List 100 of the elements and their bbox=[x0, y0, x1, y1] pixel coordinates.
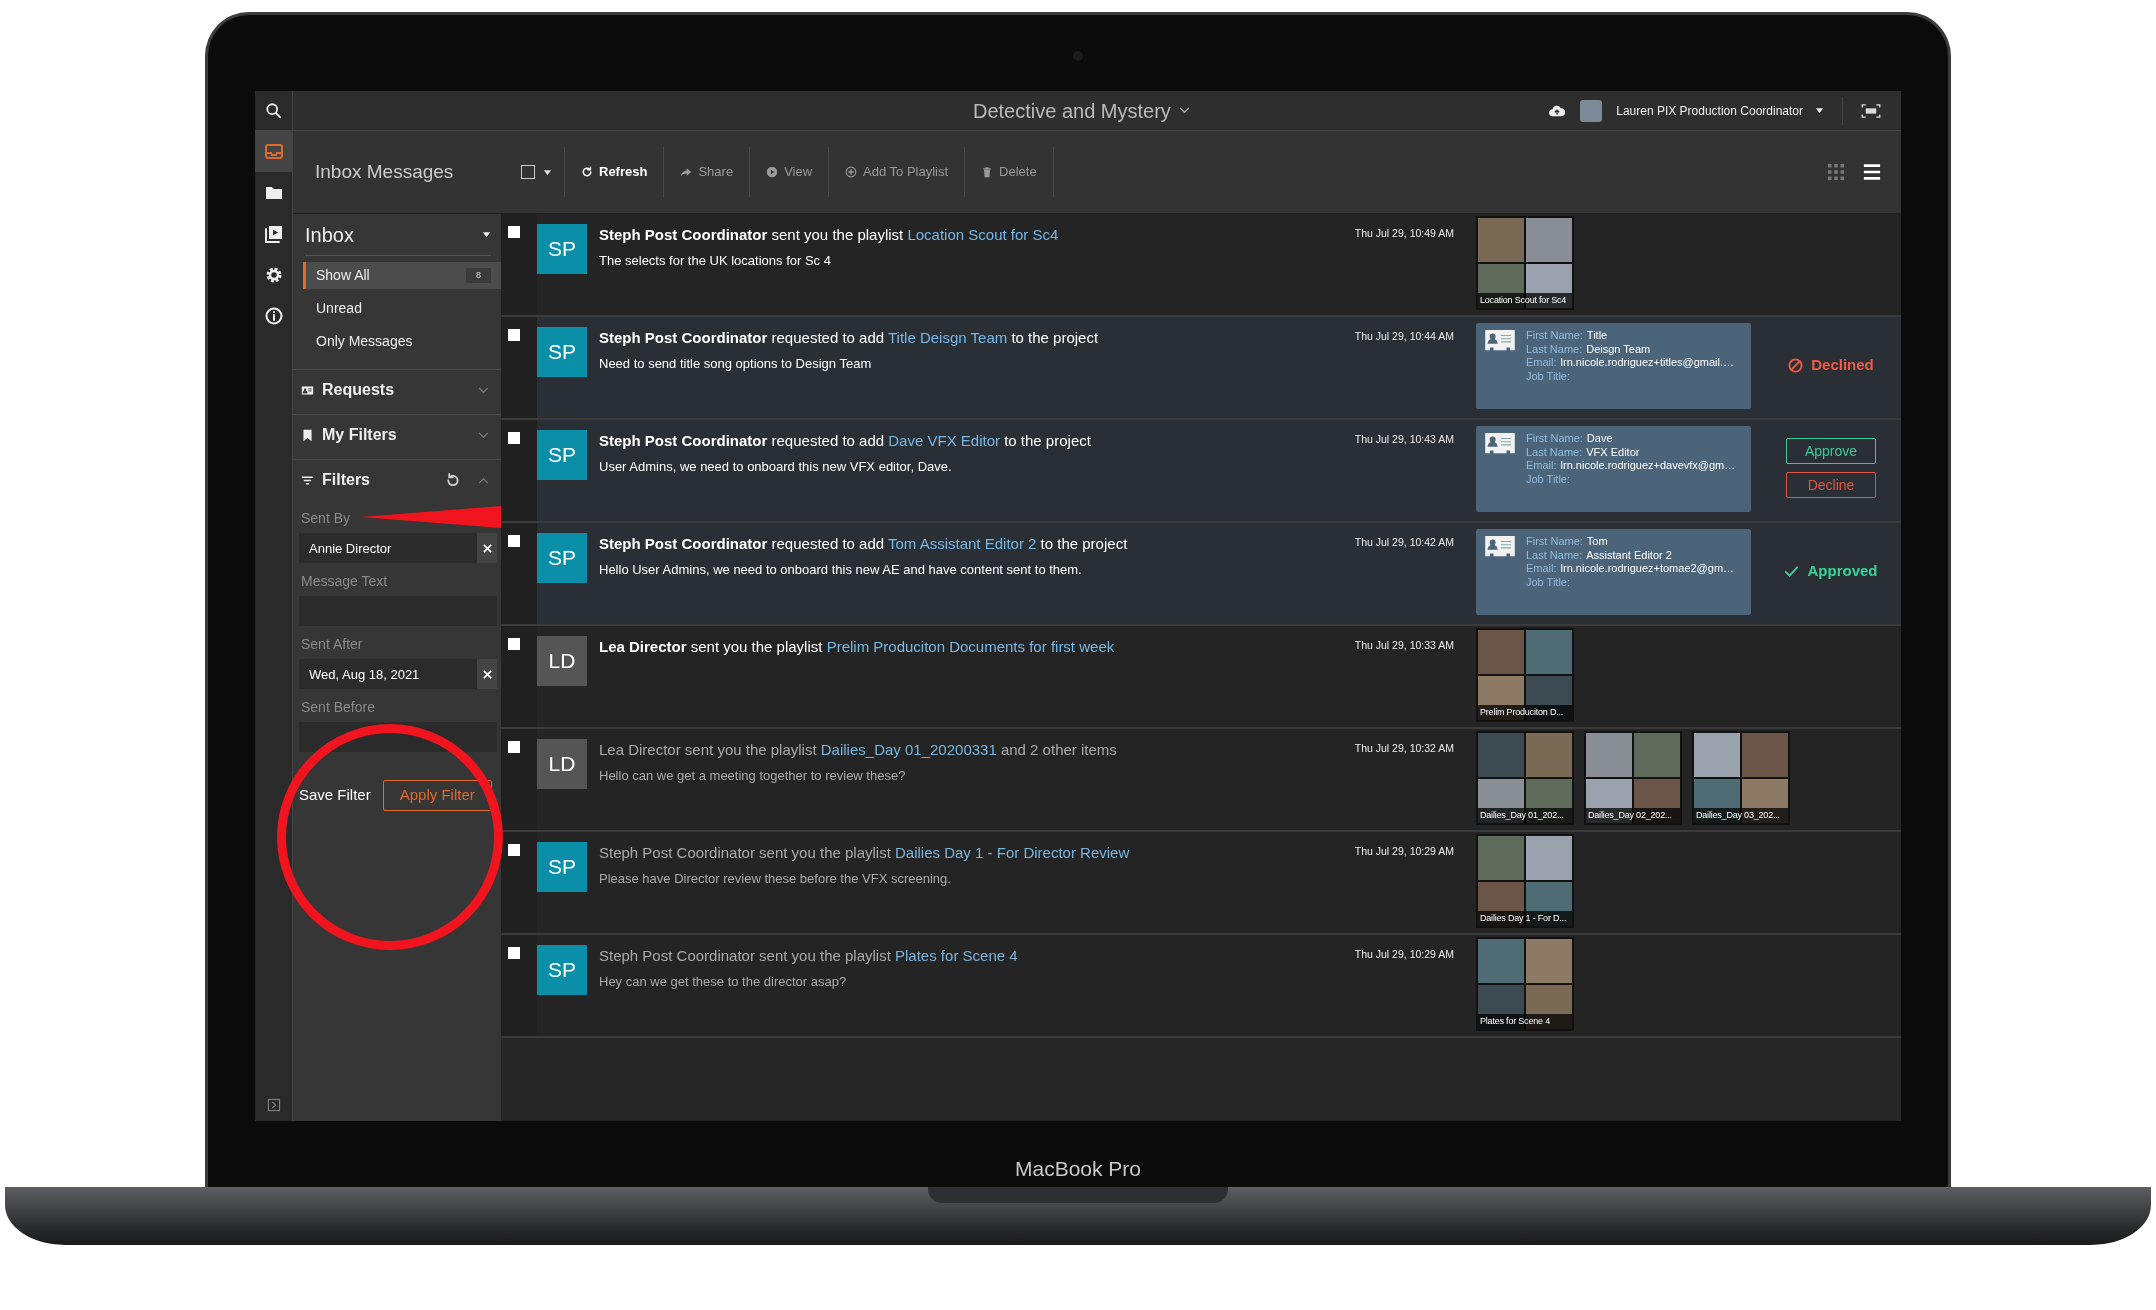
photo-placeholder bbox=[1526, 630, 1572, 674]
playlist-link[interactable]: Dave VFX Editor bbox=[888, 432, 1000, 449]
clear-icon[interactable] bbox=[481, 668, 493, 680]
row-checkbox[interactable] bbox=[508, 226, 520, 238]
message-time: Thu Jul 29, 10:43 AM bbox=[1353, 432, 1454, 447]
message-row[interactable] bbox=[501, 523, 1901, 626]
playlist-link[interactable]: Title Deisgn Team bbox=[888, 329, 1008, 346]
select-all-checkbox[interactable] bbox=[521, 165, 535, 179]
card-field: Email: lrn.nicole.rodriguez+davevfx@gm… bbox=[1526, 459, 1736, 473]
thumbnail-caption: Plates for Scene 4 bbox=[1478, 1014, 1572, 1029]
playlist-thumbnail[interactable]: Dailies_Day 03_202... bbox=[1692, 731, 1790, 825]
row-checkbox[interactable] bbox=[508, 432, 520, 444]
decline-button[interactable]: Decline bbox=[1786, 472, 1876, 498]
message-row[interactable] bbox=[501, 420, 1901, 523]
add-icon bbox=[845, 166, 858, 178]
view-filter-item[interactable]: Only Messages bbox=[303, 328, 501, 355]
message-title: Lea Director sent you the playlist Dailies_Day 01_20200331 and 2 other items bbox=[599, 740, 1118, 760]
row-checkbox[interactable] bbox=[508, 741, 520, 753]
message-title: Steph Post Coordinator sent you the playlist Location Scout for Sc4 bbox=[599, 225, 1060, 245]
menu-icon[interactable] bbox=[1863, 163, 1881, 181]
thumbnail-caption: Dailies_Day 02_202... bbox=[1586, 808, 1680, 823]
playlist-link[interactable]: Tom Assistant Editor 2 bbox=[888, 535, 1037, 552]
filter-label: Sent By bbox=[301, 509, 351, 528]
playlist-link[interactable]: Prelim Produciton Documents for first week bbox=[826, 638, 1115, 655]
message-row[interactable]: SP Steph Post Coordinator sent you the playlist Plates for Scene 4 Hey can we get these to the director asap? Thu Jul 29, 10:29 AM Plates for Scene 4 bbox=[501, 935, 1901, 1038]
count-badge: 8 bbox=[466, 267, 491, 284]
bookmark-icon bbox=[301, 428, 314, 442]
message-row[interactable]: SP Steph Post Coordinator sent you the playlist Location Scout for Sc4 The selects for the UK locations for Sc 4 Thu Jul 29, 10:49 AM Location Scout for Sc4 bbox=[501, 214, 1901, 317]
card-field: Job Title: bbox=[1526, 472, 1736, 486]
filter-field[interactable]: Wed, Aug 18, 2021 bbox=[299, 659, 477, 689]
card-field: First Name: Dave bbox=[1526, 432, 1736, 446]
message-preview: Please have Director review these before the VFX screening. bbox=[599, 869, 952, 888]
playlist-link[interactable]: Dailies_Day 01_20200331 bbox=[820, 741, 997, 758]
share-icon bbox=[680, 166, 693, 178]
message-preview: Hello can we get a meeting together to review these? bbox=[599, 766, 907, 785]
upload-icon[interactable] bbox=[1548, 103, 1567, 118]
clear-icon[interactable] bbox=[481, 542, 493, 554]
search-icon[interactable] bbox=[264, 101, 283, 120]
thumbnail-caption: Dailies_Day 03_202... bbox=[1694, 808, 1788, 823]
filter-label: Sent After bbox=[301, 635, 363, 654]
row-checkbox[interactable] bbox=[508, 329, 520, 341]
sender-avatar: LD bbox=[537, 739, 587, 789]
sender-avatar: SP bbox=[537, 430, 587, 480]
playlist-thumbnail[interactable]: Dailies Day 1 - For D... bbox=[1476, 834, 1574, 928]
row-checkbox[interactable] bbox=[508, 844, 520, 856]
message-row[interactable]: LD Lea Director sent you the playlist Prelim Produciton Documents for first week Thu Jul 29, 10:33 AM Prelim Produciton D... bbox=[501, 626, 1901, 729]
message-preview: Need to send title song options to Design Team bbox=[599, 354, 873, 373]
message-row[interactable]: SP Steph Post Coordinator sent you the playlist Dailies Day 1 - For Director Review Please have Director review these before the VFX screening. Thu Jul 29, 10:29 AM Dailies Day 1 - For D... bbox=[501, 832, 1901, 935]
photo-placeholder bbox=[1742, 733, 1788, 777]
grid-view-icon[interactable] bbox=[1827, 163, 1845, 181]
device-label: MacBook Pro bbox=[1013, 1156, 1143, 1182]
playlist-link[interactable]: Dailies Day 1 - For Director Review bbox=[895, 844, 1130, 861]
save-filter-button[interactable]: Save Filter bbox=[299, 784, 371, 807]
row-checkbox[interactable] bbox=[508, 947, 520, 959]
approve-button[interactable]: Approve bbox=[1786, 438, 1876, 464]
view-filter-item[interactable]: Show All 8 bbox=[303, 262, 501, 289]
photo-placeholder bbox=[1478, 733, 1524, 777]
toolbar-button[interactable]: Refresh bbox=[564, 147, 664, 197]
playlist-thumbnail[interactable]: Dailies_Day 01_202... bbox=[1476, 731, 1574, 825]
playlist-link[interactable]: Location Scout for Sc4 bbox=[907, 226, 1059, 243]
fullscreen-icon[interactable] bbox=[1861, 103, 1881, 118]
playlist-thumbnail[interactable]: Dailies_Day 02_202... bbox=[1584, 731, 1682, 825]
photo-placeholder bbox=[1478, 939, 1524, 983]
chevron-icon bbox=[478, 431, 489, 439]
info-icon[interactable] bbox=[263, 305, 284, 326]
page-title: Inbox Messages bbox=[314, 159, 455, 184]
inbox-heading: Inbox bbox=[305, 222, 354, 248]
thumbnail-caption: Prelim Produciton D... bbox=[1478, 705, 1572, 720]
message-time: Thu Jul 29, 10:44 AM bbox=[1353, 329, 1454, 344]
message-row[interactable] bbox=[501, 317, 1901, 420]
project-dropdown[interactable]: Detective and Mystery bbox=[973, 95, 1190, 126]
photo-placeholder bbox=[1526, 939, 1572, 983]
row-checkbox[interactable] bbox=[508, 535, 520, 547]
playlist-thumbnail[interactable]: Prelim Produciton D... bbox=[1476, 628, 1574, 722]
caret-icon[interactable] bbox=[1815, 106, 1824, 115]
card-field: Last Name: Assistant Editor 2 bbox=[1526, 548, 1735, 562]
card-field: First Name: Tom bbox=[1526, 535, 1735, 549]
caret-icon[interactable] bbox=[482, 230, 491, 239]
sender-avatar: SP bbox=[537, 327, 587, 377]
message-row[interactable] bbox=[501, 729, 1901, 832]
filter-label: Sent Before bbox=[301, 698, 375, 717]
view-filter-item[interactable]: Unread bbox=[303, 295, 501, 322]
trash-icon bbox=[981, 166, 994, 178]
playlist-thumbnail[interactable]: Plates for Scene 4 bbox=[1476, 937, 1574, 1031]
playlist-thumbnail[interactable]: Location Scout for Sc4 bbox=[1476, 216, 1574, 310]
playlist-link[interactable]: Plates for Scene 4 bbox=[895, 947, 1018, 964]
photo-placeholder bbox=[1478, 218, 1524, 262]
message-title: Steph Post Coordinator requested to add Dave VFX Editor to the project bbox=[599, 431, 1092, 451]
reset-icon[interactable] bbox=[445, 472, 460, 488]
sender-avatar: SP bbox=[537, 842, 587, 892]
media-icon[interactable] bbox=[263, 223, 284, 244]
filter-field[interactable]: Annie Director bbox=[299, 533, 477, 563]
apply-filter-button[interactable]: Apply Filter bbox=[382, 780, 492, 811]
row-checkbox[interactable] bbox=[508, 638, 520, 650]
card-field: Email: lrn.nicole.rodriguez+tomae2@gm… bbox=[1526, 562, 1735, 576]
caret-icon[interactable] bbox=[543, 167, 552, 177]
photo-placeholder bbox=[1586, 733, 1632, 777]
user-name[interactable]: Lauren PIX Production Coordinator bbox=[1616, 101, 1803, 120]
inbox-icon[interactable] bbox=[263, 141, 284, 162]
expand-icon[interactable] bbox=[265, 1097, 282, 1113]
